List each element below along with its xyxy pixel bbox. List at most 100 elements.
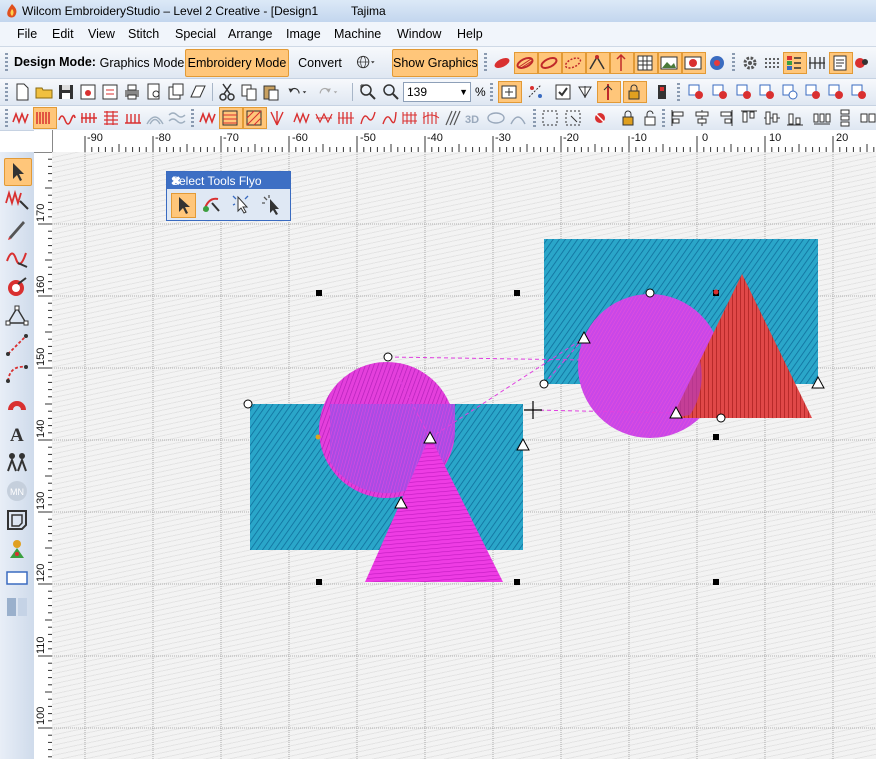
save-as-icon[interactable] bbox=[78, 82, 98, 102]
new-file-icon[interactable] bbox=[12, 82, 32, 102]
cut-icon[interactable] bbox=[217, 82, 237, 102]
tatami-fill-icon[interactable] bbox=[538, 52, 562, 74]
motif-fill-icon[interactable] bbox=[292, 108, 312, 128]
reshape-icon[interactable] bbox=[4, 274, 30, 300]
filter-icon[interactable] bbox=[575, 82, 595, 102]
toolbar-grip[interactable] bbox=[732, 53, 735, 71]
comb-stitch-icon[interactable] bbox=[79, 108, 99, 128]
stitch-angle-icon[interactable] bbox=[586, 52, 610, 74]
run-line-icon[interactable] bbox=[4, 332, 30, 358]
align-blue-icon[interactable] bbox=[780, 82, 800, 102]
flyout-titlebar[interactable]: Select Tools Flyo ✖ bbox=[167, 172, 290, 189]
outline-fill-icon[interactable] bbox=[562, 52, 586, 74]
picture-icon[interactable] bbox=[658, 52, 682, 74]
measure-icon[interactable] bbox=[526, 82, 546, 102]
stitch-player-icon[interactable] bbox=[852, 53, 872, 73]
3d-icon[interactable]: 3D bbox=[464, 108, 484, 128]
design-canvas[interactable]: Select Tools Flyo ✖ bbox=[52, 152, 876, 759]
fill-red-icon[interactable] bbox=[198, 108, 218, 128]
lock-icon[interactable] bbox=[623, 81, 647, 103]
show-hoop-icon[interactable] bbox=[498, 81, 522, 103]
distribute-vertical-icon[interactable] bbox=[835, 108, 855, 128]
unlock-object-icon[interactable] bbox=[640, 108, 660, 128]
make-same-size-icon[interactable] bbox=[858, 108, 876, 128]
emboss-icon[interactable] bbox=[486, 108, 506, 128]
checkbox-icon[interactable] bbox=[553, 82, 573, 102]
lettering-icon[interactable]: A bbox=[4, 420, 30, 446]
outline-icon[interactable] bbox=[4, 507, 30, 533]
convert-button[interactable]: Convert bbox=[293, 49, 347, 77]
image-fill-icon[interactable] bbox=[682, 52, 706, 74]
polygon-select-icon[interactable] bbox=[200, 193, 223, 216]
pen-icon[interactable] bbox=[4, 216, 30, 242]
dotted-grid-icon[interactable] bbox=[762, 53, 782, 73]
select-arrow-icon[interactable] bbox=[4, 158, 32, 186]
graphics-mode-button[interactable]: Graphics Mode bbox=[98, 49, 186, 77]
trapunto-icon[interactable] bbox=[336, 108, 356, 128]
copy-icon[interactable] bbox=[239, 82, 259, 102]
arc-lines-icon[interactable] bbox=[145, 108, 165, 128]
align-red-2-icon[interactable] bbox=[710, 82, 730, 102]
settings-icon[interactable] bbox=[740, 53, 760, 73]
globe-dropdown-icon[interactable] bbox=[356, 52, 384, 72]
zoom-field[interactable]: 139 ▼ bbox=[403, 82, 471, 102]
menu-arrange[interactable]: Arrange bbox=[228, 27, 272, 41]
cross-stitch-icon[interactable] bbox=[101, 108, 121, 128]
send-to-machine-icon[interactable] bbox=[188, 82, 208, 102]
zoom-icon[interactable] bbox=[381, 82, 401, 102]
notes-icon[interactable] bbox=[829, 52, 853, 74]
align-red-6-icon[interactable] bbox=[826, 82, 846, 102]
zoom-box-icon[interactable] bbox=[358, 82, 378, 102]
stipple-run-icon[interactable] bbox=[379, 108, 399, 128]
transform-icon[interactable] bbox=[4, 594, 30, 620]
toolbar-grip[interactable] bbox=[5, 83, 8, 101]
wave-fill-icon[interactable] bbox=[421, 108, 441, 128]
satin-icon[interactable] bbox=[4, 245, 30, 271]
stitch-eraser-icon[interactable] bbox=[590, 108, 610, 128]
toolbar-grip[interactable] bbox=[191, 109, 194, 127]
design-workspace[interactable] bbox=[52, 152, 876, 759]
sparkle-select-icon[interactable] bbox=[260, 193, 283, 216]
align-red-7-icon[interactable] bbox=[849, 82, 869, 102]
menu-file[interactable]: File bbox=[17, 27, 37, 41]
toolbar-grip[interactable] bbox=[533, 109, 536, 127]
grid-view-icon[interactable] bbox=[634, 52, 658, 74]
redo-icon[interactable] bbox=[318, 82, 346, 102]
menu-edit[interactable]: Edit bbox=[52, 27, 74, 41]
needle-icon[interactable] bbox=[597, 81, 621, 103]
needle-points-icon[interactable] bbox=[610, 52, 634, 74]
menu-special[interactable]: Special bbox=[175, 27, 216, 41]
menu-image[interactable]: Image bbox=[286, 27, 321, 41]
select-object-icon[interactable] bbox=[171, 193, 196, 218]
export-icon[interactable] bbox=[100, 82, 120, 102]
lock-object-icon[interactable] bbox=[618, 108, 638, 128]
toolbar-grip[interactable] bbox=[677, 83, 680, 101]
toolbar-grip[interactable] bbox=[5, 53, 8, 71]
align-bottom-icon[interactable] bbox=[785, 108, 805, 128]
menu-stitch[interactable]: Stitch bbox=[128, 27, 159, 41]
pattern-fill-icon[interactable] bbox=[243, 107, 267, 129]
figures-icon[interactable] bbox=[4, 449, 30, 475]
menu-window[interactable]: Window bbox=[397, 27, 441, 41]
distribute-horizontal-icon[interactable] bbox=[812, 108, 832, 128]
copy-design-icon[interactable] bbox=[166, 82, 186, 102]
toolbar-grip[interactable] bbox=[662, 109, 665, 127]
align-red-3-icon[interactable] bbox=[734, 82, 754, 102]
curve-icon[interactable] bbox=[4, 361, 30, 387]
toolbar-grip[interactable] bbox=[484, 53, 487, 71]
undo-icon[interactable] bbox=[287, 82, 315, 102]
menu-help[interactable]: Help bbox=[457, 27, 483, 41]
show-graphics-button[interactable]: Show Graphics bbox=[392, 49, 478, 77]
appliqué-icon[interactable] bbox=[4, 536, 30, 562]
select-box-icon[interactable] bbox=[540, 108, 560, 128]
align-center-icon[interactable] bbox=[692, 108, 712, 128]
waves-icon[interactable] bbox=[167, 108, 187, 128]
toolbar-grip[interactable] bbox=[490, 83, 493, 101]
select-tools-flyout[interactable]: Select Tools Flyo ✖ bbox=[166, 171, 291, 221]
wave-stitch-icon[interactable] bbox=[57, 108, 77, 128]
zigzag-red-icon[interactable] bbox=[11, 108, 31, 128]
blanket-stitch-icon[interactable] bbox=[123, 108, 143, 128]
align-middle-icon[interactable] bbox=[762, 108, 782, 128]
color-stop-icon[interactable] bbox=[707, 53, 727, 73]
align-left-icon[interactable] bbox=[669, 108, 689, 128]
